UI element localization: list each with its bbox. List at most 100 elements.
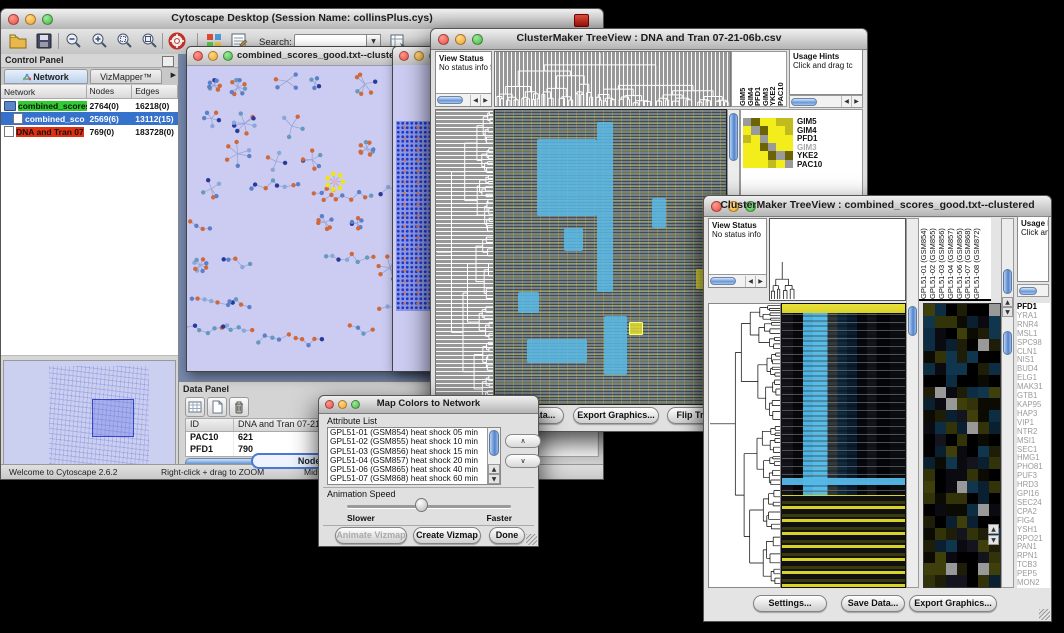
scroll-down-icon[interactable]: ▼ xyxy=(988,535,999,545)
float-panel-icon[interactable] xyxy=(162,56,174,67)
open-file-icon[interactable] xyxy=(9,32,27,50)
close-button[interactable] xyxy=(193,51,203,61)
column-label[interactable]: GIM3 xyxy=(761,60,769,106)
zoom-selected-icon[interactable] xyxy=(115,32,133,50)
tv2-row-labels[interactable]: PFD1YRA1RNR4MSL1SPC98CLN1NIS1BUD4ELG1MAK… xyxy=(1017,303,1050,588)
network-row[interactable]: combined_scores 2764(0) 16218(0) xyxy=(1,99,178,112)
scroll-thumb[interactable] xyxy=(791,98,817,106)
tv2-export-graphics-button[interactable]: Export Graphics... xyxy=(909,595,997,612)
scroll-right-icon[interactable]: ▶ xyxy=(851,96,861,107)
tv2-zoom-heatmap[interactable] xyxy=(923,303,1001,588)
scroll-left-icon[interactable]: ◀ xyxy=(745,276,755,287)
network-overview[interactable] xyxy=(3,360,176,472)
column-label[interactable]: GIM4 xyxy=(746,60,754,106)
new-attribute-icon[interactable] xyxy=(207,397,227,417)
network-row-selected[interactable]: combined_sco 2569(6) 13112(15) xyxy=(1,112,178,125)
column-label[interactable]: PAC10 xyxy=(776,60,784,106)
attribute-item[interactable]: GPL51-07 (GSM868) heat shock 60 min xyxy=(328,474,488,483)
column-label[interactable]: GPL51-04 (GSM857) xyxy=(946,220,955,299)
column-label[interactable]: GIM5 xyxy=(738,60,746,106)
minimize-button[interactable] xyxy=(208,51,218,61)
overview-viewport-rect[interactable] xyxy=(92,399,134,437)
scroll-thumb[interactable] xyxy=(729,113,738,161)
column-label[interactable]: YKE2 xyxy=(768,60,776,106)
col-edges[interactable]: Edges xyxy=(132,85,178,98)
tv1-export-graphics-button[interactable]: Export Graphics... xyxy=(573,407,659,424)
scroll-up-icon[interactable]: ▲ xyxy=(988,524,999,534)
column-label[interactable]: GPL51-08 (GSM872) xyxy=(972,220,981,299)
zoom-out-icon[interactable] xyxy=(64,32,82,50)
tv1-column-labels[interactable]: GIM5GIM4PFD1GIM3YKE2PAC10 xyxy=(731,51,787,107)
scroll-thumb[interactable] xyxy=(1003,331,1012,355)
dialog-titlebar[interactable]: Map Colors to Network xyxy=(319,396,538,414)
tv1-zoom-heatmap[interactable] xyxy=(743,118,793,168)
tv1-column-dendrogram[interactable] xyxy=(494,51,731,107)
scroll-thumb[interactable] xyxy=(710,277,736,285)
tv1-hints-scrollbar[interactable]: ◀ ▶ xyxy=(789,95,863,108)
move-up-button[interactable]: ∧ xyxy=(505,434,541,448)
scroll-up-icon[interactable]: ▲ xyxy=(1002,297,1013,307)
col-nodes[interactable]: Nodes xyxy=(87,85,133,98)
save-icon[interactable] xyxy=(35,32,53,50)
col-network[interactable]: Network xyxy=(1,85,87,98)
column-label[interactable]: PFD1 xyxy=(753,60,761,106)
zoom-fit-icon[interactable] xyxy=(140,32,158,50)
scroll-right-icon[interactable]: ▶ xyxy=(480,95,490,106)
column-label[interactable]: GPL51-01 (GSM854) xyxy=(919,220,928,299)
main-titlebar[interactable]: Cytoscape Desktop (Session Name: collins… xyxy=(1,9,603,30)
treeview2-titlebar[interactable]: ClusterMaker TreeView : combined_scores_… xyxy=(704,196,1051,217)
delete-attribute-icon[interactable] xyxy=(229,397,249,417)
tab-network[interactable]: Network xyxy=(4,69,88,84)
tab-overflow-icon[interactable]: ▶ xyxy=(171,71,176,79)
scroll-left-icon[interactable]: ◀ xyxy=(841,96,851,107)
tv2-column-labels[interactable]: GPL51-01 (GSM854)GPL51-02 (GSM855)GPL51-… xyxy=(919,218,991,301)
select-attributes-icon[interactable] xyxy=(185,397,205,417)
row-label[interactable]: MON2 xyxy=(1017,579,1050,588)
slider-thumb[interactable] xyxy=(415,498,428,512)
tv1-status-scrollbar[interactable]: ◀ ▶ xyxy=(436,93,491,106)
create-vizmap-button[interactable]: Create Vizmap xyxy=(413,527,481,544)
tv2-row-dendrogram[interactable] xyxy=(708,303,781,588)
tv1-row-labels[interactable]: GIM5GIM4PFD1GIM3YKE2PAC10 xyxy=(797,118,822,169)
tv2-hints-scrollbar[interactable] xyxy=(1017,284,1049,297)
scroll-thumb[interactable] xyxy=(908,306,917,336)
scroll-thumb[interactable] xyxy=(437,96,463,104)
scroll-up-icon[interactable]: ▲ xyxy=(488,464,500,474)
tv1-heatmap[interactable] xyxy=(494,109,727,405)
attribute-list[interactable]: GPL51-01 (GSM854) heat shock 05 minGPL51… xyxy=(327,427,501,485)
column-label[interactable]: GPL51-03 (GSM856) xyxy=(937,220,946,299)
row-label[interactable]: PAC10 xyxy=(797,161,822,170)
tv2-column-dendrogram[interactable] xyxy=(769,218,906,301)
column-label[interactable]: GPL51-07 (GSM868) xyxy=(963,220,972,299)
close-button[interactable] xyxy=(399,51,409,61)
tv2-settings-button[interactable]: Settings... xyxy=(753,595,827,612)
scroll-down-icon[interactable]: ▼ xyxy=(488,474,500,484)
treeview1-titlebar[interactable]: ClusterMaker TreeView : DNA and Tran 07-… xyxy=(431,29,867,50)
attribute-list-vscrollbar[interactable]: ▲ ▼ xyxy=(487,428,500,484)
scroll-right-icon[interactable]: ▶ xyxy=(755,276,765,287)
move-down-button[interactable]: ∨ xyxy=(505,454,541,468)
tv2-labels-vscrollbar[interactable]: ▲ ▼ xyxy=(1001,218,1014,588)
resize-grip[interactable] xyxy=(526,534,537,545)
col-id[interactable]: ID xyxy=(186,419,234,431)
column-label[interactable]: GPL51-02 (GSM855) xyxy=(928,220,937,299)
done-button[interactable]: Done xyxy=(489,527,525,544)
tv1-row-dendrogram[interactable] xyxy=(435,109,494,405)
scroll-thumb[interactable] xyxy=(489,430,499,456)
tab-vizmapper[interactable]: VizMapper™ xyxy=(90,69,162,84)
tv2-status-scrollbar[interactable]: ◀ ▶ xyxy=(709,274,766,287)
tv2-heatmap[interactable] xyxy=(781,303,906,588)
scroll-left-icon[interactable]: ◀ xyxy=(470,95,480,106)
zoom-button[interactable] xyxy=(223,51,233,61)
scroll-thumb[interactable] xyxy=(1003,269,1012,294)
animation-speed-slider[interactable] xyxy=(347,505,511,508)
zoom-in-icon[interactable] xyxy=(90,32,108,50)
resize-grip[interactable] xyxy=(1039,609,1050,620)
tv2-save-data-button[interactable]: Save Data... xyxy=(841,595,905,612)
help-lifering-icon[interactable] xyxy=(168,32,186,50)
minimize-button[interactable] xyxy=(414,51,424,61)
tv2-heatmap-vscrollbar[interactable] xyxy=(906,218,919,588)
scroll-down-icon[interactable]: ▼ xyxy=(1002,307,1013,317)
animate-vizmap-button[interactable]: Animate Vizmap xyxy=(335,527,407,544)
scroll-thumb[interactable] xyxy=(1019,287,1037,295)
